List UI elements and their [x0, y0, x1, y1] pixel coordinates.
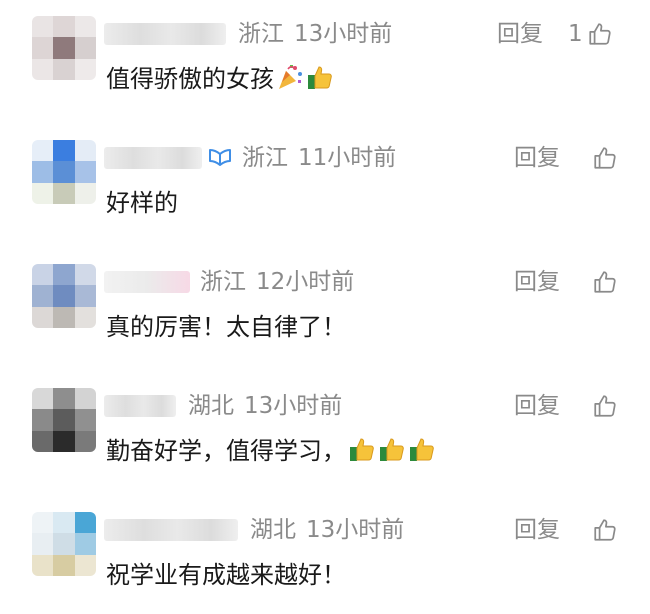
reply-button[interactable]: 回复: [514, 514, 560, 546]
username-blurred[interactable]: [104, 395, 176, 417]
comment-body: 真的厉害！太自律了！: [106, 313, 346, 341]
avatar[interactable]: [32, 388, 96, 452]
comment-item: 浙江 12小时前 回复 真的厉害！太自律了！: [0, 256, 650, 366]
reply-button[interactable]: 回复: [514, 142, 560, 174]
comment-meta: 湖北 13小时前: [188, 390, 342, 422]
timestamp: 12小时前: [256, 269, 355, 295]
username-blurred[interactable]: [104, 23, 226, 45]
comment-text: 勤奋好学，值得学习，: [106, 434, 436, 468]
thumbs-up-icon: [350, 438, 374, 461]
like-button[interactable]: [588, 390, 618, 422]
timestamp: 13小时前: [294, 21, 393, 47]
like-button[interactable]: [588, 142, 618, 174]
avatar[interactable]: [32, 16, 96, 80]
like-count: 1: [568, 21, 583, 47]
reply-button[interactable]: 回复: [514, 390, 560, 422]
location: 浙江: [242, 145, 288, 171]
thumbs-up-icon: [308, 66, 332, 89]
avatar[interactable]: [32, 264, 96, 328]
comment-text: 真的厉害！太自律了！: [106, 310, 346, 344]
thumbs-up-outline-icon: [594, 395, 616, 417]
avatar[interactable]: [32, 512, 96, 576]
location: 浙江: [200, 269, 246, 295]
comment-body: 值得骄傲的女孩: [106, 65, 274, 93]
avatar[interactable]: [32, 140, 96, 204]
thumbs-up-outline-icon: [594, 519, 616, 541]
reply-button[interactable]: 回复: [514, 266, 560, 298]
location: 湖北: [188, 393, 234, 419]
timestamp: 13小时前: [306, 517, 405, 543]
thumbs-up-outline-icon: [594, 271, 616, 293]
comment-text: 值得骄傲的女孩: [106, 62, 334, 96]
thumbs-up-outline-icon: [589, 23, 611, 45]
thumbs-up-icon: [380, 438, 404, 461]
comment-item: 湖北 13小时前 回复 勤奋好学，值得学习，: [0, 380, 650, 490]
verified-badge-icon: [209, 149, 231, 166]
like-button[interactable]: [588, 266, 618, 298]
comment-meta: 浙江 11小时前: [208, 142, 396, 174]
comment-body: 祝学业有成越来越好！: [106, 561, 346, 589]
comment-item: 浙江 13小时前 回复 1 值得骄傲的女孩: [0, 8, 650, 118]
party-popper-icon: [279, 65, 302, 89]
username-blurred[interactable]: [104, 271, 190, 293]
like-button[interactable]: 1: [568, 18, 613, 50]
username-blurred[interactable]: [104, 147, 202, 169]
comment-body: 勤奋好学，值得学习，: [106, 437, 346, 465]
location: 湖北: [250, 517, 296, 543]
timestamp: 13小时前: [244, 393, 343, 419]
location: 浙江: [238, 21, 284, 47]
thumbs-up-icon: [410, 438, 434, 461]
reply-button[interactable]: 回复: [497, 18, 543, 50]
timestamp: 11小时前: [298, 145, 397, 171]
comment-item: 湖北 13小时前 回复 祝学业有成越来越好！: [0, 504, 650, 614]
comment-meta: 湖北 13小时前: [250, 514, 404, 546]
comment-text: 祝学业有成越来越好！: [106, 558, 346, 592]
comment-text: 好样的: [106, 186, 178, 220]
like-button[interactable]: [588, 514, 618, 546]
comment-body: 好样的: [106, 189, 178, 217]
username-blurred[interactable]: [104, 519, 238, 541]
comment-item: 浙江 11小时前 回复 好样的: [0, 132, 650, 242]
thumbs-up-outline-icon: [594, 147, 616, 169]
comment-meta: 浙江 12小时前: [200, 266, 354, 298]
comment-meta: 浙江 13小时前: [238, 18, 392, 50]
